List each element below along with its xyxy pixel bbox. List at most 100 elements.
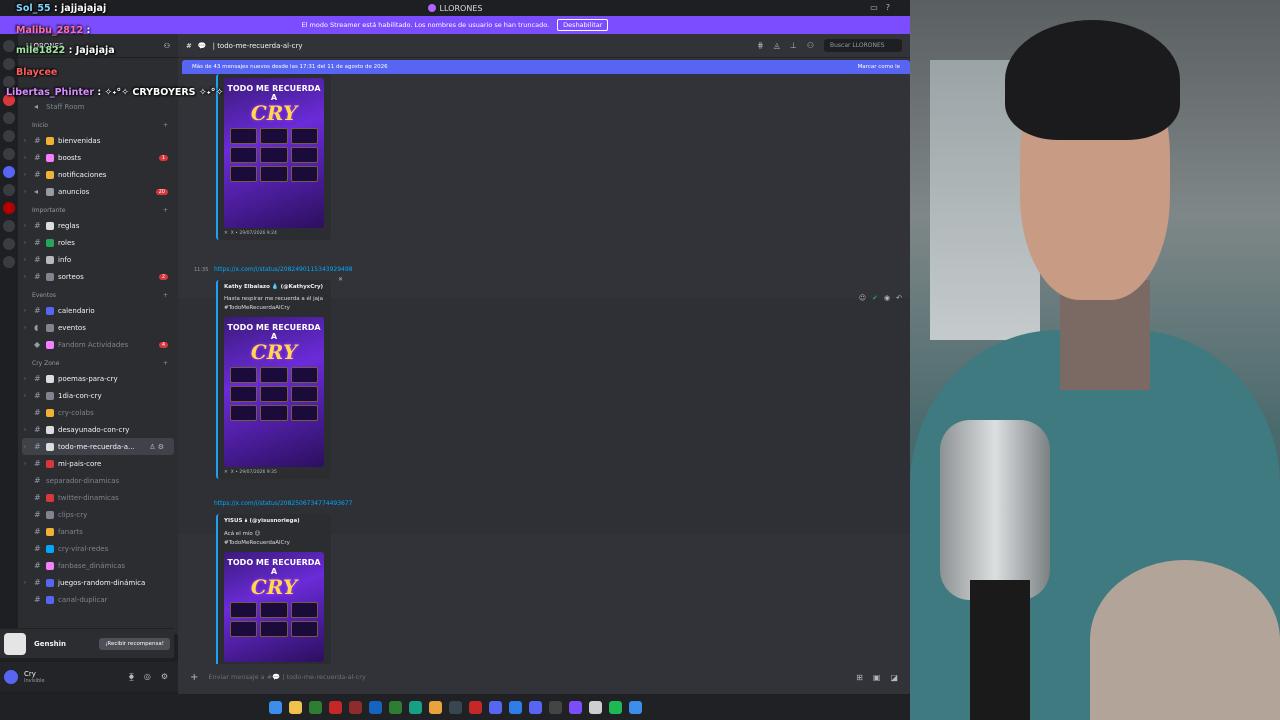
- app-icon[interactable]: [468, 700, 482, 714]
- embed-image[interactable]: TODO ME RECUERDA A CRY: [224, 78, 324, 228]
- emoji-icon[interactable]: ◉: [884, 294, 890, 302]
- app-icon[interactable]: [588, 700, 602, 714]
- channel-info[interactable]: › # info: [18, 251, 178, 268]
- attach-plus-icon[interactable]: +: [190, 672, 198, 683]
- mark-read-button[interactable]: Marcar como le: [858, 64, 900, 70]
- channel-boosts[interactable]: › # boosts 1: [18, 149, 178, 166]
- app-icon[interactable]: [408, 700, 422, 714]
- chat-line: Blaycee: [16, 67, 57, 78]
- server-icon-8[interactable]: [3, 166, 15, 178]
- app-icon[interactable]: [508, 700, 522, 714]
- pin-icon[interactable]: ⊥: [790, 41, 797, 50]
- add-channel-icon[interactable]: +: [163, 360, 168, 367]
- embed-image[interactable]: TODO ME RECUERDA A CRY: [224, 317, 324, 467]
- server-icon-2[interactable]: [3, 58, 15, 70]
- file-explorer-icon[interactable]: [288, 700, 302, 714]
- add-member-icon[interactable]: ⚇: [164, 42, 170, 50]
- inbox-icon[interactable]: ▭: [870, 3, 878, 12]
- message-link[interactable]: https://x.com/i/status/20824901153439294…: [214, 266, 352, 273]
- disable-streamer-button[interactable]: Deshabilitar: [557, 19, 609, 31]
- category-inicio[interactable]: Inicio +: [18, 115, 178, 132]
- settings-gear-icon[interactable]: ⚙: [161, 672, 168, 682]
- claim-reward-button[interactable]: ¡Recibir recompensa!: [99, 637, 170, 650]
- new-messages-bar[interactable]: Más de 43 mensajes nuevos desde las 17:3…: [182, 60, 910, 74]
- channel-fanarts[interactable]: # fanarts: [18, 523, 178, 540]
- headphones-icon[interactable]: ◎: [144, 672, 151, 682]
- xbox-icon[interactable]: [388, 700, 402, 714]
- message-link[interactable]: https://x.com/i/status/20825067347744936…: [214, 500, 352, 507]
- channel-juegos-random[interactable]: › # juegos-random-dinámica: [18, 574, 178, 591]
- server-icon-1[interactable]: [3, 40, 15, 52]
- channel-1dia-con-cry[interactable]: › #1dia-con-cry: [18, 387, 178, 404]
- embed-author[interactable]: Kathy Elbalazo 💧 (@KathyxCry): [224, 284, 325, 290]
- channel-fandom-actividades[interactable]: ◆ Fandom Actividades 4: [18, 336, 178, 353]
- channel-todo-me-recuerda[interactable]: › # todo-me-recuerda-a... ♙ ⚙: [22, 438, 174, 455]
- threads-icon[interactable]: ⋕: [757, 41, 764, 50]
- discord-icon[interactable]: [488, 700, 502, 714]
- check-icon[interactable]: ✔: [872, 294, 878, 302]
- microphone-icon[interactable]: ⧳: [129, 672, 134, 682]
- steam-icon[interactable]: [448, 700, 462, 714]
- channel-settings-icon[interactable]: ♙ ⚙: [149, 443, 164, 451]
- embed-image[interactable]: TODO ME RECUERDA A CRY: [224, 552, 324, 662]
- channel-eventos[interactable]: › ◖ eventos: [18, 319, 178, 336]
- category-importante[interactable]: Importante +: [18, 200, 178, 217]
- channel-clips-cry[interactable]: # clips-cry: [18, 506, 178, 523]
- gif-icon[interactable]: ▣: [873, 673, 881, 682]
- add-server-icon[interactable]: [3, 238, 15, 250]
- channel-roles[interactable]: › # roles: [18, 234, 178, 251]
- channel-canal-duplicar[interactable]: # canal-duplicar: [18, 591, 178, 608]
- channel-bienvenidas[interactable]: › # bienvenidas: [18, 132, 178, 149]
- user-avatar[interactable]: [4, 670, 18, 684]
- discover-icon[interactable]: [3, 256, 15, 268]
- embed-author[interactable]: YISUS 🌢 (@yisusnoriega): [224, 518, 325, 525]
- app-icon[interactable]: [348, 700, 362, 714]
- channel-anuncios[interactable]: › ◂ anuncios 20: [18, 183, 178, 200]
- server-icon-11[interactable]: [3, 220, 15, 232]
- add-channel-icon[interactable]: +: [163, 292, 168, 299]
- add-channel-icon[interactable]: +: [163, 207, 168, 214]
- search-input[interactable]: Buscar LLORONES: [824, 39, 902, 52]
- category-cry-zone[interactable]: Cry Zone +: [18, 353, 178, 370]
- server-icon-5[interactable]: [3, 112, 15, 124]
- windows-start-icon[interactable]: [268, 700, 282, 714]
- obs-icon[interactable]: [548, 700, 562, 714]
- app-icon[interactable]: [308, 700, 322, 714]
- channel-fanbase-dinamicas[interactable]: # fanbase_dinámicas: [18, 557, 178, 574]
- channel-calendario[interactable]: › # calendario: [18, 302, 178, 319]
- add-channel-icon[interactable]: +: [163, 122, 168, 129]
- server-icon-7[interactable]: [3, 148, 15, 160]
- channel-twitter-dinamicas[interactable]: # twitter-dinamicas: [18, 489, 178, 506]
- reaction-icon[interactable]: ☺: [859, 294, 866, 302]
- gift-icon[interactable]: ⊞: [856, 673, 863, 682]
- channel-reglas[interactable]: › # reglas: [18, 217, 178, 234]
- spotify-icon[interactable]: [608, 700, 622, 714]
- chrome-icon[interactable]: [428, 700, 442, 714]
- channel-notificaciones[interactable]: › # notificaciones: [18, 166, 178, 183]
- channel-separador-dinamicas[interactable]: # separador-dinamicas: [18, 472, 178, 489]
- channel-desayunado-con-cry[interactable]: › # desayunado-con-cry: [18, 421, 178, 438]
- app-icon[interactable]: [528, 700, 542, 714]
- bell-icon[interactable]: ◬: [774, 41, 780, 50]
- channel-sorteos[interactable]: › # sorteos 2: [18, 268, 178, 285]
- server-icon-6[interactable]: [3, 130, 15, 142]
- app-icon[interactable]: [328, 700, 342, 714]
- channel-staff-room[interactable]: ◂ Staff Room: [18, 98, 178, 115]
- channel-cry-viral-redes[interactable]: # cry-viral-redes: [18, 540, 178, 557]
- close-embed-icon[interactable]: ✕: [338, 276, 343, 283]
- channel-poemas-para-cry[interactable]: › # poemas-para-cry: [18, 370, 178, 387]
- help-icon[interactable]: ?: [886, 3, 890, 12]
- channel-cry-colabs[interactable]: # cry-colabs: [18, 404, 178, 421]
- app-icon[interactable]: [368, 700, 382, 714]
- reply-icon[interactable]: ↶: [896, 294, 902, 302]
- server-icon-10[interactable]: [3, 202, 15, 214]
- twitch-icon[interactable]: [568, 700, 582, 714]
- app-icon[interactable]: [628, 700, 642, 714]
- members-icon[interactable]: ⚇: [807, 41, 814, 50]
- message-input[interactable]: Enviar mensaje a #💬 | todo-me-recuerda-a…: [208, 673, 846, 681]
- sticker-icon[interactable]: ◪: [890, 673, 898, 682]
- embed-footer: ✕ X • 29/07/2026 9:24: [224, 231, 325, 236]
- category-eventos[interactable]: Eventos +: [18, 285, 178, 302]
- server-icon-9[interactable]: [3, 184, 15, 196]
- channel-mi-pais-core[interactable]: › # mi-pais-core: [18, 455, 178, 472]
